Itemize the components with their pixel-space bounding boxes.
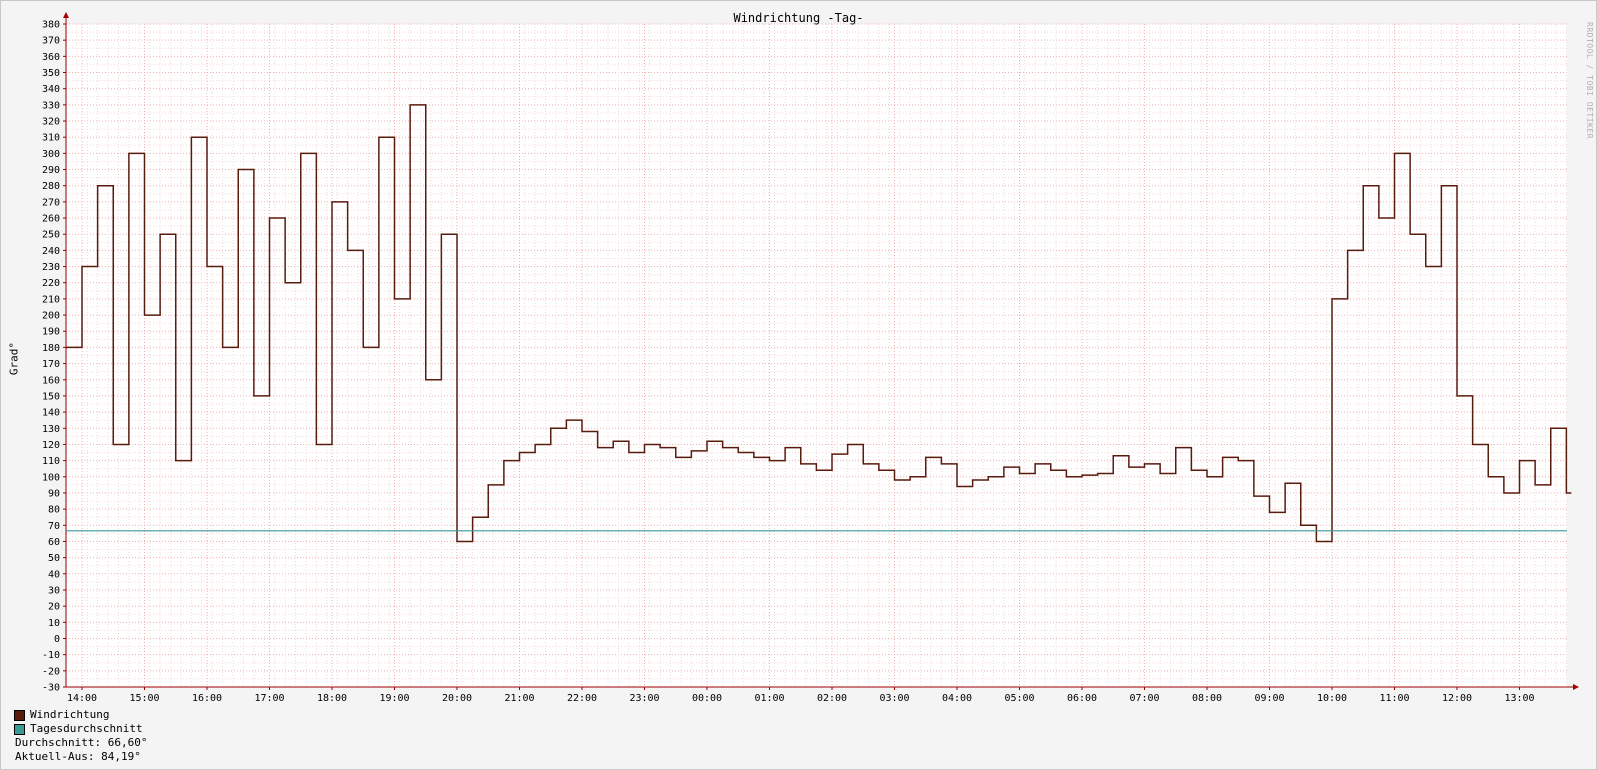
x-tick-label: 15:00 [129, 693, 159, 704]
y-tick-label: -10 [42, 650, 60, 661]
y-tick-label: 240 [42, 246, 60, 257]
y-tick-label: 310 [42, 133, 60, 144]
y-tick-label: 60 [48, 537, 60, 548]
x-tick-label: 16:00 [192, 693, 222, 704]
y-tick-label: 120 [42, 440, 60, 451]
legend-label-windrichtung: Windrichtung [30, 708, 110, 721]
x-axis-arrow [1573, 684, 1579, 690]
x-tick-label: 22:00 [567, 693, 597, 704]
y-tick-label: 70 [48, 521, 60, 532]
watermark: RRDTOOL / TOBI OETIKER [1585, 22, 1594, 139]
y-tick-label: 180 [42, 343, 60, 354]
y-tick-label: 260 [42, 214, 60, 225]
y-tick-label: 300 [42, 149, 60, 160]
x-tick-label: 04:00 [942, 693, 972, 704]
stat-current: Aktuell-Aus: 84,19° [15, 750, 141, 763]
y-tick-label: 30 [48, 585, 60, 596]
x-tick-label: 19:00 [379, 693, 409, 704]
x-tick-label: 12:00 [1442, 693, 1472, 704]
y-tick-label: 170 [42, 359, 60, 370]
legend-swatch-tagesdurchschnitt [14, 723, 25, 735]
y-tick-label: -20 [42, 666, 60, 677]
x-tick-label: 20:00 [442, 693, 472, 704]
y-tick-label: 150 [42, 391, 60, 402]
chart-svg: -30 -20 -10 0 10 20 30 40 50 60 70 80 90 100 110 120 130… [42, 12, 1579, 704]
x-tick-label: 06:00 [1067, 693, 1097, 704]
legend-swatch-windrichtung [14, 709, 25, 721]
y-tick-label: 360 [42, 52, 60, 63]
y-tick-label: 10 [48, 618, 60, 629]
legend: Windrichtung Tagesdurchschnitt Durchschn… [14, 708, 147, 764]
y-tick-label: 350 [42, 68, 60, 79]
x-tick-label: 17:00 [254, 693, 284, 704]
y-axis-label: Grad° [7, 341, 21, 376]
y-tick-label: 280 [42, 181, 60, 192]
y-tick-label: 20 [48, 602, 60, 613]
y-tick-label: 210 [42, 294, 60, 305]
stat-average: Durchschnitt: 66,60° [15, 736, 148, 749]
x-tick-label: 08:00 [1192, 693, 1222, 704]
x-tick-label: 02:00 [817, 693, 847, 704]
y-tick-label: 40 [48, 569, 60, 580]
legend-item-tagesdurchschnitt: Tagesdurchschnitt [14, 722, 147, 736]
y-tick-label: 110 [42, 456, 60, 467]
chart-title: Windrichtung -Tag- [733, 11, 864, 25]
y-tick-label: -30 [42, 683, 60, 694]
y-tick-label: 140 [42, 408, 60, 419]
x-tick-label: 23:00 [629, 693, 659, 704]
y-tick-label: 330 [42, 100, 60, 111]
x-tick-label: 18:00 [317, 693, 347, 704]
x-tick-label: 13:00 [1504, 693, 1534, 704]
y-tick-label: 160 [42, 375, 60, 386]
y-tick-label: 100 [42, 472, 60, 483]
x-tick-label: 01:00 [754, 693, 784, 704]
x-tick-label: 09:00 [1254, 693, 1284, 704]
y-tick-label: 370 [42, 36, 60, 47]
y-tick-label: 270 [42, 197, 60, 208]
y-tick-label: 80 [48, 505, 60, 516]
y-tick-label: 90 [48, 488, 60, 499]
x-tick-label: 21:00 [504, 693, 534, 704]
x-tick-label: 05:00 [1004, 693, 1034, 704]
x-tick-label: 10:00 [1317, 693, 1347, 704]
y-tick-label: 320 [42, 117, 60, 128]
y-tick-label: 130 [42, 424, 60, 435]
y-tick-label: 200 [42, 311, 60, 322]
x-tick-label: 11:00 [1379, 693, 1409, 704]
y-tick-label: 340 [42, 84, 60, 95]
x-tick-label: 03:00 [879, 693, 909, 704]
y-tick-label: 230 [42, 262, 60, 273]
x-tick-label: 07:00 [1129, 693, 1159, 704]
y-tick-label: 190 [42, 327, 60, 338]
x-tick-label: 00:00 [692, 693, 722, 704]
y-tick-label: 220 [42, 278, 60, 289]
y-tick-label: 0 [54, 634, 60, 645]
y-tick-label: 250 [42, 230, 60, 241]
legend-label-tagesdurchschnitt: Tagesdurchschnitt [30, 722, 143, 735]
y-tick-label: 290 [42, 165, 60, 176]
y-tick-label: 50 [48, 553, 60, 564]
x-tick-label: 14:00 [67, 693, 97, 704]
legend-item-windrichtung: Windrichtung [14, 708, 147, 722]
